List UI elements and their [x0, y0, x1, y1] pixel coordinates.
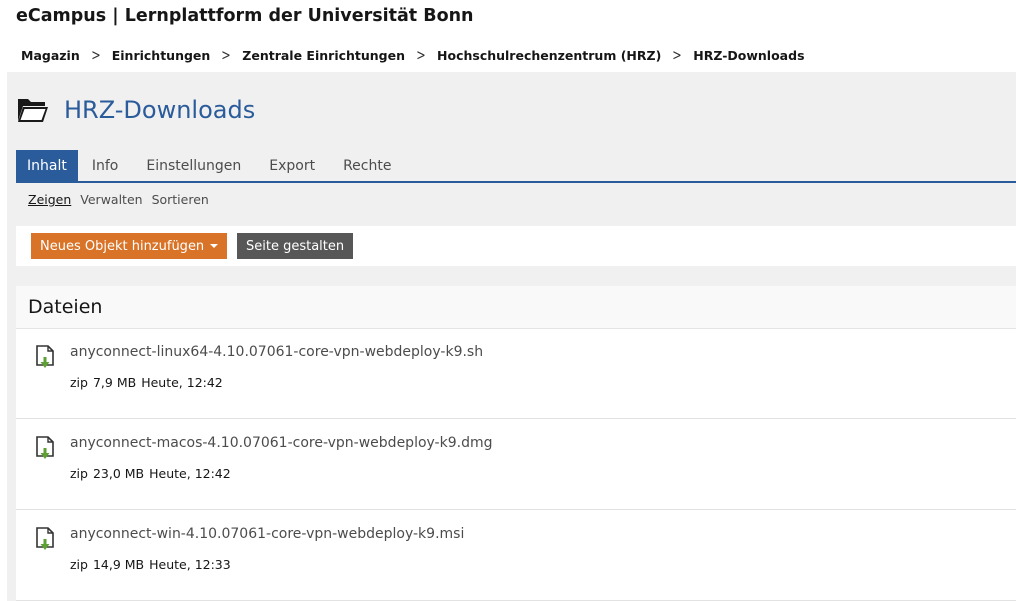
file-download-icon	[36, 527, 54, 550]
add-new-object-label: Neues Objekt hinzufügen	[40, 238, 205, 254]
file-size: 23,0 MB	[92, 466, 145, 481]
breadcrumb-separator-icon: >	[416, 46, 426, 64]
page-title: HRZ-Downloads	[64, 96, 256, 124]
list-item: anyconnect-linux64-4.10.07061-core-vpn-w…	[16, 329, 1016, 419]
files-block-title: Dateien	[28, 296, 103, 318]
file-link[interactable]: anyconnect-macos-4.10.07061-core-vpn-web…	[70, 435, 493, 451]
folder-open-icon	[18, 99, 48, 122]
file-type: zip	[70, 557, 88, 572]
file-properties: zip 7,9 MB Heute, 12:42	[70, 375, 228, 390]
subtab-bar: Zeigen Verwalten Sortieren	[28, 192, 218, 207]
breadcrumb-item-zentrale-einrichtungen[interactable]: Zentrale Einrichtungen	[242, 48, 405, 63]
tab-bar: Inhalt Info Einstellungen Export Rechte	[16, 150, 1016, 183]
breadcrumb-item-hrz[interactable]: Hochschulrechenzentrum (HRZ)	[437, 48, 661, 63]
tab-export[interactable]: Export	[255, 150, 329, 181]
add-new-object-button[interactable]: Neues Objekt hinzufügen	[31, 233, 228, 259]
tab-einstellungen[interactable]: Einstellungen	[132, 150, 255, 181]
subtab-verwalten[interactable]: Verwalten	[80, 192, 142, 207]
caret-down-icon	[210, 244, 219, 248]
page-layout-button[interactable]: Seite gestalten	[237, 233, 354, 259]
file-link[interactable]: anyconnect-linux64-4.10.07061-core-vpn-w…	[70, 344, 483, 360]
page-header: HRZ-Downloads	[17, 96, 255, 124]
breadcrumb-separator-icon: >	[221, 46, 232, 64]
file-properties: zip 14,9 MB Heute, 12:33	[70, 557, 236, 572]
tab-info[interactable]: Info	[78, 150, 133, 181]
breadcrumb-separator-icon: >	[90, 46, 101, 64]
file-date: Heute, 12:42	[141, 375, 223, 390]
tab-rechte[interactable]: Rechte	[329, 150, 405, 181]
breadcrumb: Magazin > Einrichtungen > Zentrale Einri…	[21, 46, 805, 64]
file-properties: zip 23,0 MB Heute, 12:42	[70, 466, 236, 481]
breadcrumb-item-hrz-downloads[interactable]: HRZ-Downloads	[693, 48, 804, 63]
list-item: anyconnect-macos-4.10.07061-core-vpn-web…	[16, 420, 1016, 510]
files-block: Dateien anyconnect-linux64-4.10.07061-co…	[16, 286, 1016, 601]
file-size: 14,9 MB	[92, 557, 145, 572]
file-size: 7,9 MB	[92, 375, 137, 390]
list-item: anyconnect-win-4.10.07061-core-vpn-webde…	[16, 511, 1016, 601]
file-date: Heute, 12:33	[149, 557, 231, 572]
file-type: zip	[70, 375, 88, 390]
top-bar: eCampus | Lernplattform der Universität …	[0, 0, 1016, 72]
subtab-zeigen[interactable]: Zeigen	[28, 192, 71, 207]
breadcrumb-separator-icon: >	[672, 46, 682, 64]
site-title[interactable]: eCampus | Lernplattform der Universität …	[16, 6, 474, 26]
file-date: Heute, 12:42	[149, 466, 231, 481]
breadcrumb-item-magazin[interactable]: Magazin	[21, 48, 80, 63]
subtab-sortieren[interactable]: Sortieren	[152, 192, 209, 207]
files-block-header: Dateien	[16, 286, 1016, 329]
file-download-icon	[36, 345, 54, 368]
toolbar: Neues Objekt hinzufügen Seite gestalten	[16, 226, 1016, 266]
file-download-icon	[36, 436, 54, 459]
breadcrumb-item-einrichtungen[interactable]: Einrichtungen	[112, 48, 211, 63]
file-link[interactable]: anyconnect-win-4.10.07061-core-vpn-webde…	[70, 526, 464, 542]
file-type: zip	[70, 466, 88, 481]
tab-inhalt[interactable]: Inhalt	[16, 150, 78, 181]
